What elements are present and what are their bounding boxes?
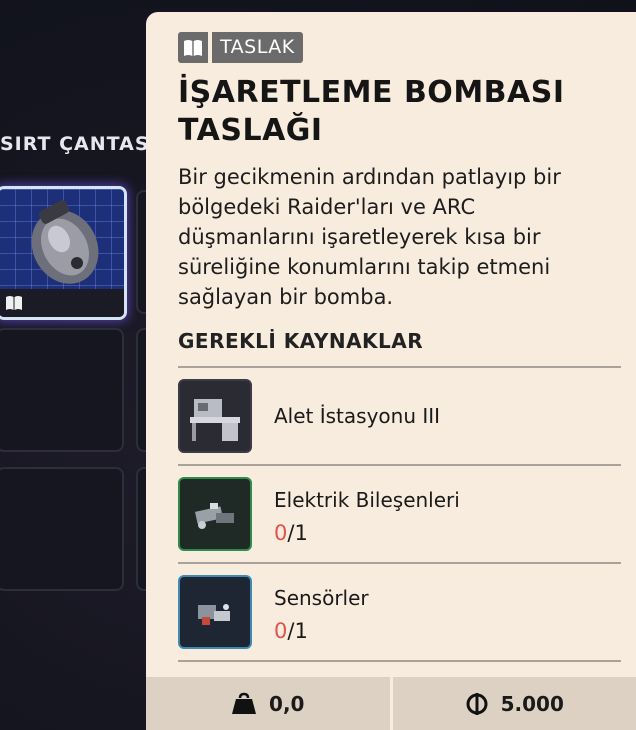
weight-stat: 0,0	[146, 677, 390, 730]
item-stats-footer: 0,0 5.000	[146, 677, 636, 730]
requirement-quantity: 0/1	[274, 521, 308, 545]
weight-icon	[232, 692, 257, 714]
requirement-row[interactable]: Elektrik Bileşenleri 0/1	[178, 464, 621, 562]
backpack-section-label: SIRT ÇANTASI	[0, 133, 158, 155]
requirement-name: Elektrik Bileşenleri	[274, 488, 460, 512]
item-description: Bir gecikmenin ardından patlayıp bir böl…	[178, 165, 561, 309]
sensors-icon	[178, 575, 252, 649]
electrical-components-icon	[178, 477, 252, 551]
requirements-list: Alet İstasyonu III Elektrik Bileşenleri …	[178, 366, 621, 662]
weight-value: 0,0	[269, 691, 305, 716]
workbench-icon	[178, 379, 252, 453]
requirement-name: Sensörler	[274, 586, 369, 610]
required-resources-header: GEREKLİ KAYNAKLAR	[178, 329, 424, 353]
requirement-row[interactable]: Alet İstasyonu III	[178, 366, 621, 464]
price-stat: 5.000	[392, 677, 636, 730]
item-type-tag: TASLAK	[178, 32, 303, 63]
price-value: 5.000	[500, 691, 564, 716]
backpack-slot[interactable]	[0, 467, 124, 591]
requirement-row[interactable]: Sensörler 0/1	[178, 562, 621, 662]
item-detail-panel: TASLAK İŞARETLEME BOMBASI TASLAĞI Bir ge…	[146, 12, 636, 730]
backpack-slot[interactable]	[0, 328, 124, 452]
backpack-slot-selected[interactable]	[0, 186, 127, 320]
grenade-icon	[31, 200, 99, 284]
item-type-label: TASLAK	[212, 32, 303, 63]
blueprint-icon	[178, 32, 208, 63]
requirement-quantity: 0/1	[274, 619, 308, 643]
coin-icon	[466, 692, 488, 715]
item-title: İŞARETLEME BOMBASI TASLAĞI	[178, 75, 565, 148]
blueprint-icon	[6, 296, 22, 310]
requirement-name: Alet İstasyonu III	[274, 404, 441, 428]
